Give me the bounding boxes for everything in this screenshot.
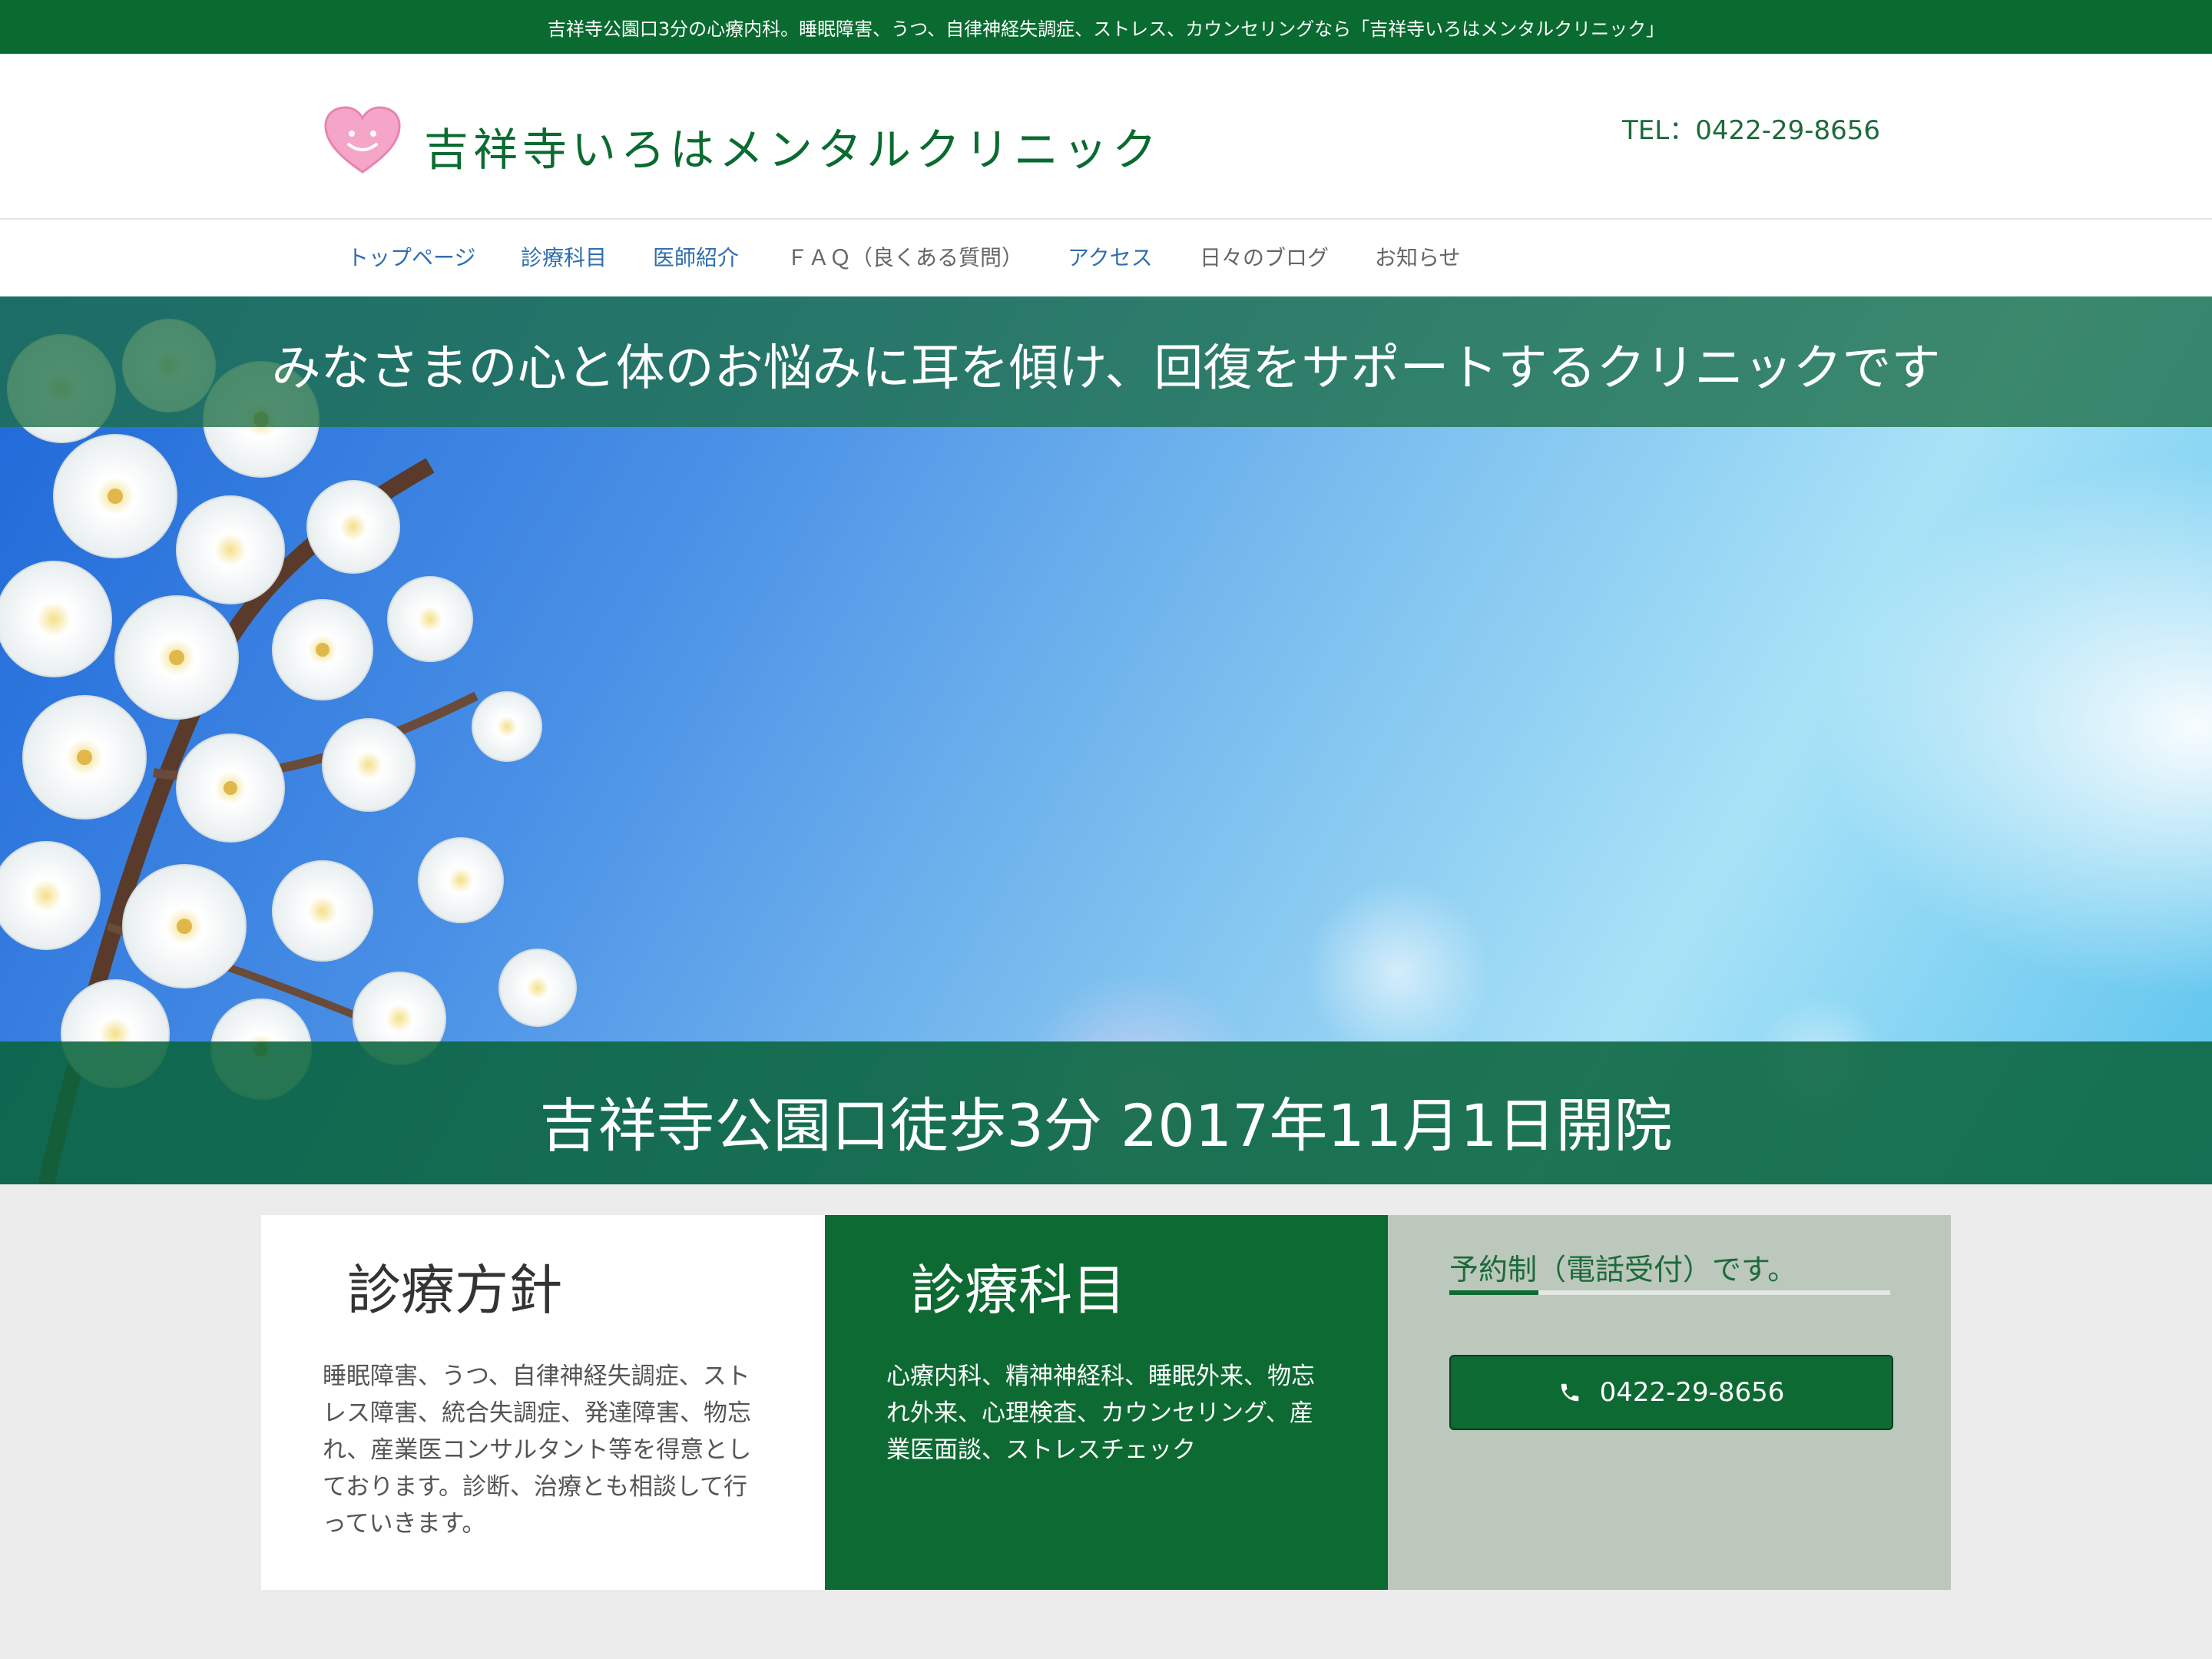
- nav-item-doctor[interactable]: 医師紹介: [653, 241, 739, 272]
- nav-item-top[interactable]: トップページ: [347, 241, 475, 272]
- site-logo-text[interactable]: 吉祥寺いろはメンタルクリニック: [424, 114, 1161, 178]
- announcement-text: 吉祥寺公園口3分の心療内科。睡眠障害、うつ、自律神経失調症、ストレス、カウンセリ…: [547, 18, 1665, 40]
- nav-item-access[interactable]: アクセス: [1068, 241, 1153, 272]
- header-phone: TEL：0422-29-8656: [1622, 115, 1881, 146]
- reservation-title: 予約制（電話受付）です。: [1449, 1253, 1797, 1286]
- site-header: 吉祥寺いろはメンタルクリニック TEL：0422-29-8656: [0, 54, 2212, 220]
- nav-item-blog[interactable]: 日々のブログ: [1200, 241, 1329, 272]
- policy-title: 診療方針: [347, 1259, 562, 1322]
- policy-panel: 診療方針 睡眠障害、うつ、自律神経失調症、ストレス障害、統合失調症、発達障害、物…: [261, 1215, 825, 1590]
- reservation-panel: 予約制（電話受付）です。 0422-29-8656: [1388, 1215, 1951, 1590]
- nav-item-news[interactable]: お知らせ: [1375, 241, 1460, 272]
- nav-item-departments[interactable]: 診療科目: [521, 241, 607, 272]
- smiling-heart-icon[interactable]: [323, 104, 402, 175]
- top-announcement-bar: 吉祥寺公園口3分の心療内科。睡眠障害、うつ、自律神経失調症、ストレス、カウンセリ…: [0, 0, 2212, 54]
- hero-opening-info: 吉祥寺公園口徒歩3分 2017年11月1日開院: [539, 1091, 1673, 1160]
- main-navigation: トップページ 診療科目 医師紹介 ＦＡＱ（良くある質問） アクセス 日々のブログ…: [0, 220, 2212, 298]
- reservation-divider-accent: [1449, 1290, 1538, 1295]
- hero-tagline: みなさまの心と体のお悩みに耳を傾け、回復をサポートするクリニックです: [271, 340, 1941, 397]
- nav-item-faq[interactable]: ＦＡＱ（良くある質問）: [786, 241, 1023, 272]
- call-phone-number: 0422-29-8656: [1599, 1377, 1785, 1408]
- departments-title: 診療科目: [911, 1259, 1126, 1322]
- departments-panel: 診療科目 心療内科、精神神経科、睡眠外来、物忘れ外来、心理検査、カウンセリング、…: [825, 1215, 1388, 1590]
- hero-banner: みなさまの心と体のお悩みに耳を傾け、回復をサポートするクリニックです 吉祥寺公園…: [0, 296, 2212, 1184]
- policy-body: 睡眠障害、うつ、自律神経失調症、ストレス障害、統合失調症、発達障害、物忘れ、産業…: [323, 1363, 752, 1538]
- call-phone-button[interactable]: 0422-29-8656: [1449, 1355, 1893, 1430]
- phone-icon: [1561, 1383, 1578, 1402]
- departments-body: 心療内科、精神神経科、睡眠外来、物忘れ外来、心理検査、カウンセリング、産業医面談…: [886, 1363, 1315, 1464]
